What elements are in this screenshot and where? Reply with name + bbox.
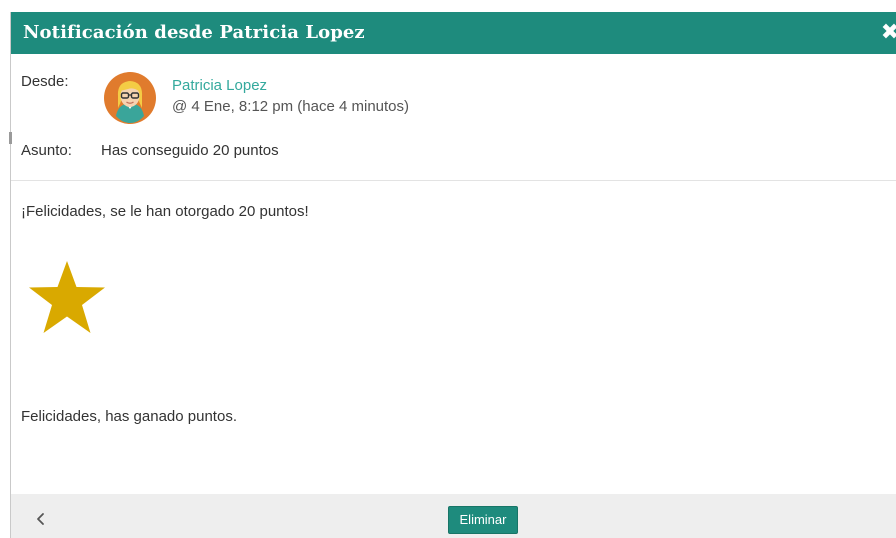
from-label: Desde: (21, 73, 69, 90)
star-icon (27, 259, 107, 337)
notification-dialog: Notificación desde Patricia Lopez ✖ Desd… (9, 12, 896, 538)
avatar-icon (104, 72, 156, 124)
back-button[interactable] (31, 508, 51, 530)
dialog-header: Notificación desde Patricia Lopez ✖ (11, 12, 896, 54)
subject-value: Has conseguido 20 puntos (101, 142, 279, 159)
subject-label: Asunto: (21, 142, 72, 159)
sender-avatar (104, 72, 156, 124)
chevron-left-icon (37, 513, 44, 525)
resize-handle (9, 132, 12, 144)
dialog-title: Notificación desde Patricia Lopez (23, 22, 365, 43)
sender-name-link[interactable]: Patricia Lopez (172, 77, 267, 94)
delete-button[interactable]: Eliminar (448, 506, 518, 534)
timestamp: @ 4 Ene, 8:12 pm (hace 4 minutos) (172, 98, 410, 115)
divider (11, 180, 896, 181)
message-text-1: ¡Felicidades, se le han otorgado 20 punt… (21, 203, 309, 220)
dialog-footer: Eliminar (11, 494, 896, 538)
message-text-2: Felicidades, has ganado puntos. (21, 408, 237, 425)
close-button[interactable]: ✖ (879, 20, 896, 44)
